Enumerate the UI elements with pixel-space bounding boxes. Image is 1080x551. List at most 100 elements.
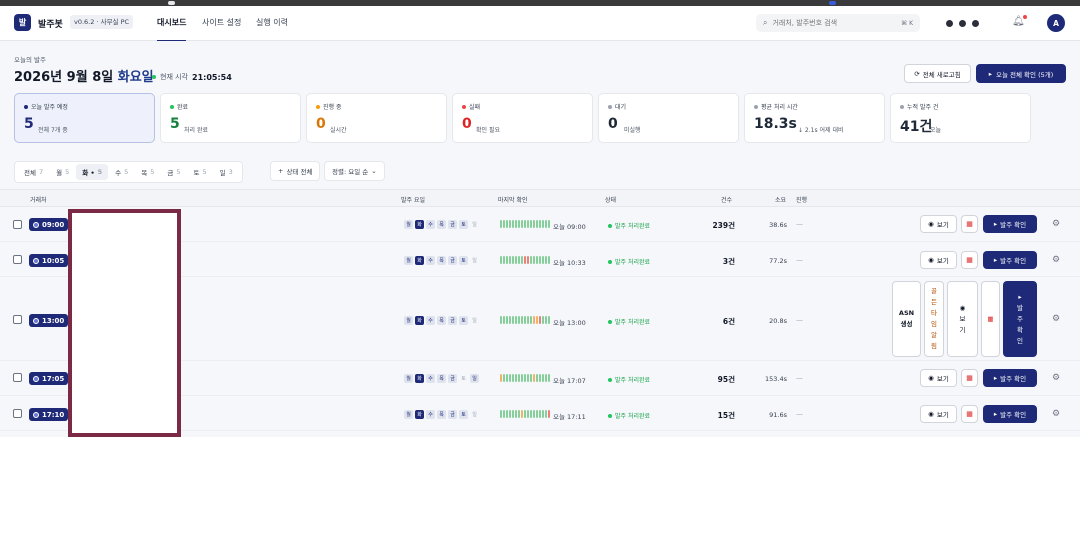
history-bar (527, 220, 529, 228)
search-box[interactable]: ⌕ ⌘ K (756, 14, 920, 32)
weekday-chip: 토 (459, 220, 468, 229)
search-icon: ⌕ (763, 18, 768, 27)
confirm-order-button[interactable]: ▸ 발주 확인 (983, 215, 1037, 233)
weekday-chip: 토 (459, 256, 468, 265)
calendar-icon[interactable]: ▦ (981, 281, 1000, 357)
row-checkbox[interactable] (13, 409, 22, 418)
history-bar (503, 374, 505, 382)
history-bar (503, 220, 505, 228)
app-logo[interactable]: 발 (14, 14, 31, 31)
history-bar (518, 220, 520, 228)
history-bar (536, 220, 538, 228)
view-button[interactable]: ◉ 보기 (920, 405, 957, 423)
gear-icon[interactable]: ⚙ (1052, 314, 1060, 324)
confirm-order-button[interactable]: ▸ 발주 확인 (1003, 281, 1037, 357)
avatar[interactable]: A (1047, 14, 1065, 32)
day-tab-thu[interactable]: 목5 (135, 164, 160, 180)
day-tab-tue[interactable]: 화 • 5 (76, 164, 109, 180)
history-bar (512, 316, 514, 324)
day-tab-count: 5 (150, 168, 155, 176)
stat-card-scheduled[interactable]: 오늘 발주 예정 5 전체 7개 중 (14, 93, 155, 143)
calendar-icon[interactable]: ▦ (961, 251, 978, 269)
tab-run-history[interactable]: 실행 이력 (256, 17, 288, 28)
stat-card-failed[interactable]: 실패 0 확인 필요 (452, 93, 593, 143)
history-bar (506, 256, 508, 264)
confirm-label: 발주 확인 (1000, 411, 1027, 419)
stat-cards: 오늘 발주 예정 5 전체 7개 중 완료 5 처리 완료 진행 중 0 실시간 실패 0 확인… (14, 93, 1031, 143)
stat-label: 실패 (469, 104, 481, 111)
duration: 20.8s (769, 317, 787, 325)
calendar-icon[interactable]: ▦ (961, 369, 978, 387)
status-badge: 발주 처리완료 (608, 257, 650, 266)
row-checkbox[interactable] (13, 255, 22, 264)
confirm-order-button[interactable]: ▸ 발주 확인 (983, 369, 1037, 387)
stat-card-done[interactable]: 완료 5 처리 완료 (160, 93, 301, 143)
column-header[interactable]: 거래처 (30, 195, 47, 204)
column-header[interactable]: 상태 (605, 195, 616, 204)
row-checkbox[interactable] (13, 220, 22, 229)
history-bar (524, 256, 526, 264)
gear-icon[interactable]: ⚙ (1052, 373, 1060, 383)
stat-card-in-progress[interactable]: 진행 중 0 실시간 (306, 93, 447, 143)
tab-site-settings[interactable]: 사이트 설정 (202, 17, 241, 28)
stat-sub: 오늘 (930, 127, 942, 134)
view-button[interactable]: ◉ 보기 (920, 251, 957, 269)
view-button[interactable]: ◉ 보기 (920, 369, 957, 387)
clock-icon (33, 411, 39, 418)
column-header[interactable]: 마지막 확인 (498, 195, 528, 204)
stat-card-waiting[interactable]: 대기 0 미실행 (598, 93, 739, 143)
day-tab-sun[interactable]: 일3 (214, 164, 239, 180)
refresh-all-button[interactable]: ⟳ 전체 새로고침 (904, 64, 971, 83)
eye-icon: ◉ (959, 303, 966, 312)
calendar-icon[interactable]: ▦ (961, 215, 978, 233)
gear-icon[interactable]: ⚙ (1052, 219, 1060, 229)
day-tab-mon[interactable]: 월5 (50, 164, 75, 180)
column-header[interactable]: 발주 요일 (401, 195, 425, 204)
day-tab-all[interactable]: 전체 7 (18, 164, 49, 180)
weekday-chip: 일 (470, 374, 479, 383)
day-tab-fri[interactable]: 금5 (161, 164, 186, 180)
stat-card-avg-time[interactable]: 평균 처리 시간 18.3s ↓ 2.1s 어제 대비 (744, 93, 885, 143)
confirm-order-button[interactable]: ▸ 발주 확인 (983, 251, 1037, 269)
search-input[interactable] (772, 19, 888, 27)
confirm-all-button[interactable]: ▸ 오늘 전체 확인 (5개) (976, 64, 1066, 83)
column-header[interactable]: 소요 (775, 195, 786, 204)
progress: — (796, 316, 803, 324)
redacted-vendor-names (68, 209, 181, 437)
duration: 153.4s (765, 375, 787, 383)
view-button[interactable]: ◉ 보기 (947, 281, 978, 357)
weekday-chip: 화 (415, 374, 424, 383)
sort-select[interactable]: 정렬: 요일 순 ⌄ (324, 161, 385, 181)
history-bar (527, 374, 529, 382)
version-badge: v0.6.2 · 사무실 PC (70, 15, 134, 29)
day-tab-wed[interactable]: 수5 (109, 164, 134, 180)
row-checkbox[interactable] (13, 373, 22, 382)
gear-icon[interactable]: ⚙ (1052, 409, 1060, 419)
view-button[interactable]: ◉ 보기 (920, 215, 957, 233)
gear-icon[interactable]: ⚙ (1052, 255, 1060, 265)
duration: 38.6s (769, 221, 787, 229)
last-check: 오늘 13:00 (553, 319, 586, 327)
day-tab-sat[interactable]: 토5 (188, 164, 213, 180)
bell-icon[interactable]: 🔔︎ (1012, 15, 1027, 27)
confirm-order-button[interactable]: ▸ 발주 확인 (983, 405, 1037, 423)
weekday-chip: 수 (426, 374, 435, 383)
history-bar (530, 220, 532, 228)
asn-create-button[interactable]: ASN 생성 (892, 281, 921, 357)
stat-card-total[interactable]: 누적 발주 건 41건 오늘 (890, 93, 1031, 143)
play-icon: ▸ (1018, 292, 1022, 301)
status-filter[interactable]: + 상태 전체 (270, 161, 321, 181)
status-filter-label: 상태 전체 (286, 168, 313, 176)
weekday-chips: 월화수목금토일 (404, 220, 479, 229)
calendar-icon[interactable]: ▦ (961, 405, 978, 423)
filter-bar: 전체 7 월5 화 • 5 수5 목5 금5 토5 일3 + 상태 전체 정렬: 요일… (14, 161, 1066, 183)
history-bars (500, 220, 550, 228)
weekday-chip: 월 (404, 316, 413, 325)
column-header[interactable]: 건수 (721, 195, 732, 204)
row-checkbox[interactable] (13, 315, 22, 324)
golden-time-alert-button[interactable]: 골든타임 알림 (924, 281, 944, 357)
tab-dashboard[interactable]: 대시보드 (157, 17, 187, 42)
column-header[interactable]: 진행 (796, 195, 807, 204)
weekday-chips: 월화수목금토일 (404, 374, 479, 383)
weekday-chip: 금 (448, 410, 457, 419)
